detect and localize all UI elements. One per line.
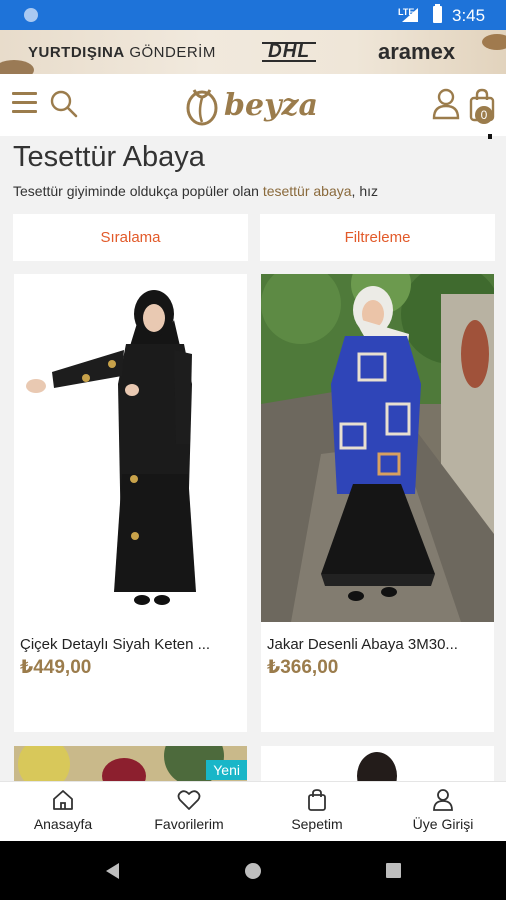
brand-name: beyza (224, 88, 318, 123)
nav-cart[interactable]: Sepetim (254, 782, 380, 842)
leaf-decoration (0, 60, 34, 74)
product-price: ₺366,00 (267, 657, 339, 678)
clock: 3:45 (452, 6, 486, 25)
nav-home[interactable]: Anasayfa (0, 782, 126, 842)
recent-apps-icon[interactable] (386, 863, 401, 878)
battery-icon (433, 4, 442, 23)
leaf-decoration (482, 34, 506, 50)
product-image[interactable] (261, 746, 494, 786)
brand-logo[interactable]: beyza (184, 82, 329, 128)
notification-icon (24, 8, 38, 22)
nav-favorites[interactable]: Favorilerim (126, 782, 252, 842)
bag-icon (308, 789, 326, 811)
shipping-banner[interactable]: YURTDIŞINA GÖNDERİM DHL aramex (0, 30, 506, 74)
product-card[interactable]: Çiçek Detaylı Siyah Keten ... ₺449,00 (14, 274, 247, 732)
aramex-logo: aramex (378, 39, 456, 64)
page-title: Tesettür Abaya (13, 141, 205, 173)
product-name[interactable]: Çiçek Detaylı Siyah Keten ... (20, 636, 242, 653)
home-icon (53, 790, 73, 810)
menu-icon[interactable] (12, 92, 37, 114)
dhl-logo: DHL (262, 42, 317, 62)
status-bar: LTE 3:45 (0, 0, 506, 30)
filter-button[interactable]: Filtreleme (260, 214, 495, 261)
product-image[interactable] (14, 274, 247, 622)
nav-login[interactable]: Üye Girişi (380, 782, 506, 842)
cart-count-badge: 0 (475, 106, 493, 124)
system-nav-bar (0, 841, 506, 900)
product-card[interactable]: Jakar Desenli Abaya 3M30... ₺366,00 (261, 274, 494, 732)
user-icon (433, 789, 453, 811)
search-icon[interactable] (50, 90, 78, 118)
sort-button[interactable]: Sıralama (13, 214, 248, 261)
bottom-nav: Anasayfa Favorilerim Sepetim Üye Girişi (0, 781, 506, 841)
heart-icon (177, 790, 201, 810)
product-card[interactable] (261, 746, 494, 786)
product-name[interactable]: Jakar Desenli Abaya 3M30... (267, 636, 489, 653)
category-link[interactable]: tesettür abaya (263, 183, 352, 199)
new-badge: Yeni (206, 760, 247, 780)
product-card[interactable]: Yeni (14, 746, 247, 786)
category-description: Tesettür giyiminde oldukça popüler olan … (13, 183, 379, 199)
product-price: ₺449,00 (20, 657, 92, 678)
app-header: beyza (0, 74, 506, 136)
home-button-icon[interactable] (245, 863, 261, 879)
logo-mark-icon (186, 89, 218, 126)
back-icon[interactable] (106, 863, 119, 879)
shipping-text: YURTDIŞINA GÖNDERİM (28, 44, 216, 61)
product-image[interactable] (261, 274, 494, 622)
network-type: LTE (398, 7, 415, 17)
scroll-indicator (488, 134, 492, 139)
account-icon[interactable] (432, 88, 460, 120)
